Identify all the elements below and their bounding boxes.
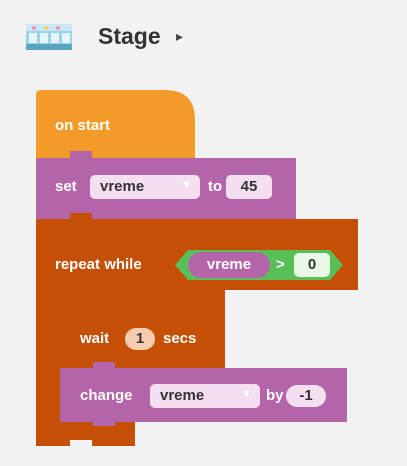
dropdown-arrow-icon: ▼ <box>181 179 192 191</box>
change-by-label: by <box>266 387 284 404</box>
notch <box>93 303 115 311</box>
on-start-label[interactable]: on start <box>55 116 110 136</box>
set-to-label: to <box>208 178 223 195</box>
wait-unit-label: secs <box>163 330 197 347</box>
wait-label[interactable]: wait <box>80 329 109 349</box>
notch <box>93 418 115 426</box>
set-variable-dropdown[interactable]: vreme ▼ <box>90 175 200 199</box>
compare-value-input[interactable]: 0 <box>294 253 330 277</box>
repeat-while-label[interactable]: repeat while <box>55 255 142 275</box>
change-variable-dropdown[interactable]: vreme ▼ <box>150 384 260 408</box>
dropdown-arrow-icon: ▼ <box>241 388 252 400</box>
block-script: on start set vreme ▼ to 45 repeat while … <box>0 0 407 466</box>
change-value-input[interactable]: -1 <box>286 386 326 406</box>
notch <box>70 213 92 221</box>
repeat-variable-reporter[interactable]: vreme <box>188 255 270 275</box>
set-value-input[interactable]: 45 <box>226 175 272 199</box>
change-label[interactable]: change <box>80 386 133 406</box>
wait-value-input[interactable]: 1 <box>125 329 155 349</box>
notch <box>93 362 115 370</box>
notch <box>70 440 92 448</box>
notch <box>70 151 92 159</box>
greater-than-operator: > <box>276 256 285 273</box>
set-label[interactable]: set <box>55 177 77 197</box>
set-variable-name: vreme <box>100 178 145 195</box>
change-variable-name: vreme <box>160 387 205 404</box>
